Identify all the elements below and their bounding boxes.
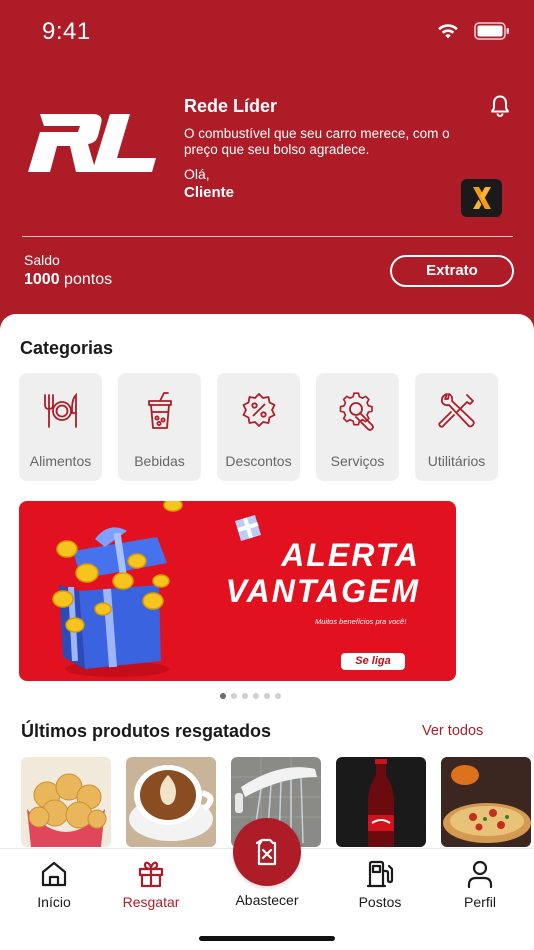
product-cola[interactable] bbox=[336, 757, 426, 847]
fuel-pump-icon bbox=[366, 860, 394, 888]
client-name: Cliente bbox=[184, 184, 235, 201]
x-brand-icon bbox=[472, 187, 491, 209]
pizza-image bbox=[443, 765, 531, 843]
tab-resgatar[interactable]: Resgatar bbox=[106, 859, 196, 910]
greeting: Olá, bbox=[184, 166, 210, 182]
discount-badge-icon bbox=[242, 393, 275, 427]
category-label: Bebidas bbox=[134, 453, 185, 469]
wifi-icon bbox=[438, 24, 458, 39]
balance-unit: pontos bbox=[64, 271, 113, 288]
partner-logo[interactable] bbox=[461, 179, 502, 217]
tab-perfil[interactable]: Perfil bbox=[435, 859, 525, 910]
balance-label: Saldo bbox=[24, 252, 60, 268]
category-utilitarios[interactable]: Utilitários bbox=[415, 373, 498, 481]
brand-block: Rede Líder O combustível que seu carro m… bbox=[184, 96, 484, 201]
cheese-bread-image bbox=[27, 773, 107, 847]
category-label: Descontos bbox=[225, 453, 292, 469]
banner-title-line2: VANTAGEM bbox=[225, 573, 420, 609]
fuel-can-icon bbox=[255, 838, 277, 866]
brand-tagline: O combustível que seu carro merece, com … bbox=[184, 126, 450, 157]
tab-inicio[interactable]: Início bbox=[9, 859, 99, 910]
category-servicos[interactable]: Serviços bbox=[316, 373, 399, 481]
promo-banner[interactable]: ALERTA VANTAGEM Muitos benefícios pra vo… bbox=[19, 501, 456, 681]
small-gift-icon bbox=[235, 515, 261, 541]
category-bebidas[interactable]: Bebidas bbox=[118, 373, 201, 481]
category-label: Alimentos bbox=[29, 453, 92, 469]
tab-label: Perfil bbox=[464, 894, 496, 910]
tab-label: Postos bbox=[358, 894, 402, 910]
category-label: Serviços bbox=[330, 453, 385, 469]
brand-name: Rede Líder bbox=[184, 96, 278, 116]
product-cheese-bread[interactable] bbox=[21, 757, 111, 847]
header-divider bbox=[22, 236, 513, 237]
extrato-button[interactable]: Extrato bbox=[390, 255, 514, 287]
see-all-link[interactable]: Ver todos bbox=[422, 723, 483, 739]
abastecer-button[interactable] bbox=[233, 818, 301, 886]
product-cappuccino[interactable] bbox=[126, 757, 216, 847]
home-icon bbox=[41, 861, 67, 887]
product-pizza[interactable] bbox=[441, 757, 531, 847]
battery-icon bbox=[474, 22, 509, 40]
abastecer-label: Abastecer bbox=[235, 892, 299, 908]
gear-wrench-icon bbox=[339, 392, 374, 431]
gift-coins-illustration bbox=[52, 501, 183, 677]
status-icons bbox=[436, 22, 510, 40]
status-bar: 9:41 bbox=[0, 0, 534, 64]
cutlery-plate-icon bbox=[43, 392, 77, 428]
user-icon bbox=[467, 860, 493, 889]
categories-title: Categorias bbox=[20, 338, 114, 358]
category-label: Utilitários bbox=[427, 453, 486, 469]
category-descontos[interactable]: Descontos bbox=[217, 373, 300, 481]
carousel-dots bbox=[220, 693, 281, 699]
tab-postos[interactable]: Postos bbox=[335, 859, 425, 910]
banner-cta-button[interactable]: Se liga bbox=[341, 653, 405, 670]
categories-row: Alimentos Bebidas Descontos Serviços Uti… bbox=[19, 373, 498, 481]
products-title: Últimos produtos resgatados bbox=[21, 721, 272, 741]
cola-bottle-image bbox=[368, 759, 394, 847]
header: 9:41 Rede Líder O combustível que seu ca… bbox=[0, 0, 534, 340]
banner-title-line1: ALERTA bbox=[281, 537, 420, 573]
drink-cup-icon bbox=[147, 392, 172, 429]
tools-icon bbox=[437, 393, 475, 428]
carousel-dot[interactable] bbox=[264, 693, 270, 699]
home-indicator bbox=[199, 936, 335, 941]
balance-points: 1000 bbox=[24, 271, 60, 288]
gift-icon bbox=[138, 861, 164, 888]
banner-subtitle: Muitos benefícios pra você! bbox=[315, 617, 407, 626]
bell-icon[interactable] bbox=[488, 94, 512, 118]
category-alimentos[interactable]: Alimentos bbox=[19, 373, 102, 481]
carousel-dot[interactable] bbox=[253, 693, 259, 699]
carousel-dot[interactable] bbox=[275, 693, 281, 699]
carousel-dot[interactable] bbox=[242, 693, 248, 699]
balance-value: 1000 pontos bbox=[24, 271, 112, 289]
carousel-dot[interactable] bbox=[231, 693, 237, 699]
tab-label: Início bbox=[37, 894, 71, 910]
status-time: 9:41 bbox=[42, 18, 91, 45]
rl-logo bbox=[28, 114, 156, 172]
carousel-dot[interactable] bbox=[220, 693, 226, 699]
tab-label: Resgatar bbox=[122, 894, 180, 910]
cappuccino-image bbox=[129, 765, 214, 841]
